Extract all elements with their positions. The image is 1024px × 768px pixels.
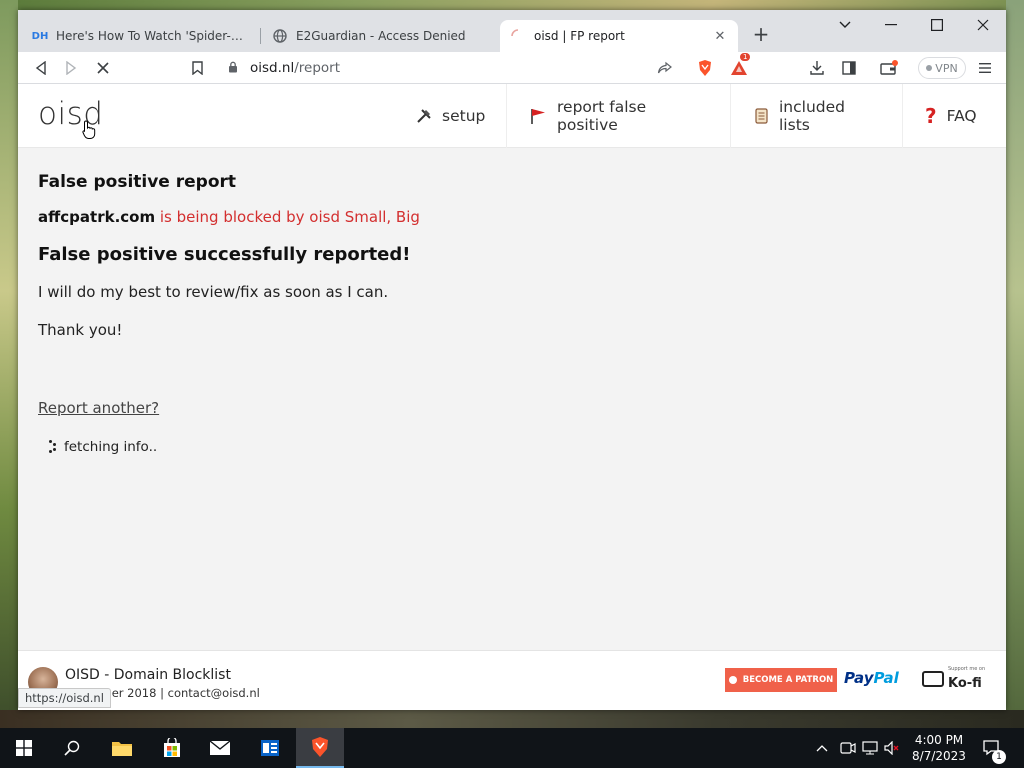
paypal-logo-pay: Pay (844, 669, 874, 687)
report-content: False positive report affcpatrk.com is b… (18, 148, 1006, 650)
scroll-icon (753, 107, 769, 125)
brave-rewards-icon[interactable]: 1 (728, 53, 751, 79)
brave-shields-icon[interactable] (694, 57, 716, 79)
desktop-background-bottom (0, 710, 1024, 728)
nav-included-lists[interactable]: included lists (730, 84, 902, 148)
maximize-button[interactable] (914, 10, 960, 40)
tab-title: E2Guardian - Access Denied (296, 29, 466, 43)
review-text: I will do my best to review/fix as soon … (38, 283, 389, 301)
close-window-button[interactable] (960, 10, 1006, 40)
flag-icon (529, 107, 547, 125)
blocked-status: affcpatrk.com is being blocked by oisd S… (38, 208, 986, 226)
url-path: /report (294, 60, 340, 76)
minimize-button[interactable] (868, 10, 914, 40)
nav-report-false-positive[interactable]: report false positive (506, 84, 730, 148)
lock-icon (228, 61, 246, 76)
volume-muted-icon[interactable] (884, 728, 900, 768)
blocked-domain: affcpatrk.com (38, 208, 156, 226)
clock-date: 8/7/2023 (912, 749, 966, 763)
paypal-button[interactable]: PayPal (844, 669, 899, 687)
search-icon[interactable] (48, 728, 96, 768)
nav-label: setup (442, 107, 486, 125)
store-icon[interactable] (148, 728, 196, 768)
forward-button[interactable] (60, 57, 82, 79)
clock-time: 4:00 PM (914, 733, 964, 747)
patreon-button[interactable]: BECOME A PATRON (725, 668, 837, 692)
patreon-icon (728, 676, 737, 684)
meet-now-icon[interactable] (840, 728, 856, 768)
network-icon[interactable] (862, 728, 880, 768)
browser-window: DH Here's How To Watch 'Spider-Man: Ac E… (18, 10, 1006, 710)
loading-icon (510, 28, 526, 44)
tab-title: Here's How To Watch 'Spider-Man: Ac (56, 29, 250, 43)
nav-faq[interactable]: ? FAQ (902, 84, 1006, 148)
menu-icon[interactable] (974, 57, 996, 79)
tab-oisd-fp-report[interactable]: oisd | FP report ✕ (500, 20, 738, 52)
kofi-small-text: Support me on (948, 666, 986, 672)
kofi-button[interactable]: Support me on Ko-fi (922, 666, 985, 691)
site-footer: OISD - Domain Blocklist november 2018 | … (18, 650, 1006, 710)
globe-icon (272, 28, 288, 44)
vpn-status-dot-icon (926, 65, 933, 71)
bookmark-icon[interactable] (186, 57, 208, 79)
notification-count-badge: 1 (992, 750, 1006, 764)
nav-setup[interactable]: setup (394, 84, 506, 148)
mail-icon[interactable] (196, 728, 244, 768)
question-icon: ? (925, 104, 937, 128)
nav-label: FAQ (946, 107, 977, 125)
address-bar[interactable]: oisd.nl/report (218, 55, 703, 81)
page-title: False positive report (38, 172, 237, 192)
file-explorer-icon[interactable] (98, 728, 146, 768)
wallet-icon[interactable] (878, 57, 900, 79)
taskbar: 4:00 PM 8/7/2023 1 (0, 728, 1024, 768)
download-icon[interactable] (806, 57, 828, 79)
url-text: oisd.nl/report (250, 60, 340, 76)
show-hidden-icons-chevron[interactable] (816, 728, 828, 768)
spinner-icon (44, 440, 58, 454)
footer-title: OISD - Domain Blocklist (65, 667, 231, 683)
patreon-label: BECOME A PATRON (742, 675, 834, 685)
tab-title: oisd | FP report (534, 29, 625, 43)
browser-toolbar: oisd.nl/report 1 VPN (18, 52, 1006, 84)
thanks-text: Thank you! (38, 321, 123, 339)
new-tab-button[interactable]: + (750, 22, 772, 46)
stop-loading-button[interactable] (92, 57, 114, 79)
notification-center-icon[interactable]: 1 (982, 728, 1006, 768)
vpn-label: VPN (935, 61, 958, 75)
system-clock[interactable]: 4:00 PM 8/7/2023 (904, 732, 974, 764)
share-icon[interactable] (654, 57, 676, 79)
vpn-button[interactable]: VPN (918, 57, 966, 79)
start-button[interactable] (0, 728, 48, 768)
news-app-icon[interactable] (246, 728, 294, 768)
nav-label: included lists (779, 98, 845, 134)
kofi-label: Ko-fi (948, 676, 982, 691)
tab-e2guardian[interactable]: E2Guardian - Access Denied (262, 20, 500, 52)
tab-search-chevron-icon[interactable] (822, 10, 868, 40)
fetching-text: fetching info.. (64, 439, 158, 455)
blocked-message: is being blocked by oisd Small, Big (159, 208, 420, 226)
paypal-logo-pal: Pal (873, 669, 899, 687)
desktop-background-right (1006, 0, 1024, 728)
tab-spiderman[interactable]: DH Here's How To Watch 'Spider-Man: Ac (22, 20, 260, 52)
desktop-background-left (0, 0, 18, 728)
hand-cursor-icon (82, 120, 96, 139)
success-heading: False positive successfully reported! (38, 244, 411, 265)
nav-label: report false positive (557, 98, 647, 134)
status-bar-url: https://oisd.nl (18, 688, 111, 708)
rewards-badge: 1 (740, 53, 751, 61)
tools-icon (416, 108, 432, 124)
sidebar-icon[interactable] (838, 57, 860, 79)
brave-browser-taskbar-button[interactable] (296, 728, 344, 768)
tab-strip: DH Here's How To Watch 'Spider-Man: Ac E… (18, 10, 1006, 52)
url-host: oisd.nl (250, 60, 295, 76)
close-tab-icon[interactable]: ✕ (712, 28, 728, 44)
back-button[interactable] (30, 57, 52, 79)
site-header: oisd setup report false positive include… (18, 84, 1006, 148)
fetching-status: fetching info.. (38, 439, 986, 455)
kofi-cup-icon (922, 670, 944, 687)
report-another-link[interactable]: Report another? (38, 399, 159, 417)
tab-separator (260, 28, 261, 44)
dh-favicon-icon: DH (31, 30, 49, 42)
